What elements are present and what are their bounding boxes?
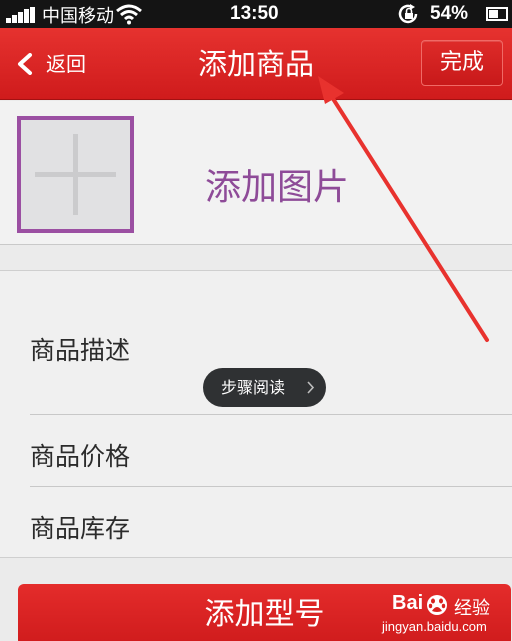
- chevron-left-icon: [18, 53, 32, 75]
- rotation-lock-icon: [398, 4, 418, 24]
- page-title: 添加商品: [197, 47, 314, 81]
- section-gap: [0, 246, 512, 270]
- signal-icon: [6, 7, 36, 23]
- nav-bar: 返回 添加商品 完成: [0, 28, 512, 100]
- back-button[interactable]: 返回: [10, 44, 110, 84]
- add-image-label[interactable]: 添加图片: [205, 158, 349, 210]
- battery-icon: [486, 7, 508, 21]
- status-bar: 中国移动 13:50 54%: [0, 0, 512, 28]
- chevron-right-icon: [307, 381, 315, 394]
- watermark-jingyan: 经验: [454, 598, 490, 619]
- carrier-name: 中国移动: [42, 6, 114, 27]
- baidu-paw-icon: [427, 595, 447, 615]
- row-divider: [30, 486, 512, 487]
- done-button[interactable]: 完成: [421, 40, 503, 86]
- back-label: 返回: [46, 52, 86, 76]
- step-read-label: 步骤阅读: [221, 378, 286, 397]
- wifi-icon: [116, 4, 142, 25]
- battery-percent: 54%: [430, 3, 469, 24]
- stock-field[interactable]: 商品库存: [30, 509, 130, 545]
- row-divider: [30, 414, 512, 415]
- baidu-watermark: Bai 经验 jingyan.baidu.com: [380, 592, 508, 638]
- status-time: 13:50: [230, 3, 279, 24]
- price-field[interactable]: 商品价格: [30, 437, 130, 473]
- watermark-url: jingyan.baidu.com: [382, 619, 487, 634]
- step-read-button[interactable]: 步骤阅读: [203, 368, 326, 407]
- description-field[interactable]: 商品描述: [30, 331, 130, 367]
- watermark-brand: Bai: [392, 592, 424, 614]
- plus-icon: [35, 134, 116, 215]
- product-form: 商品描述 商品价格 商品库存: [0, 270, 512, 558]
- add-image-tile[interactable]: [17, 116, 134, 233]
